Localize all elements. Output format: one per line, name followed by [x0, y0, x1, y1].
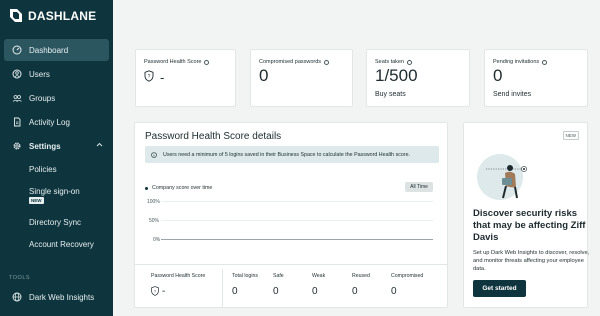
stat-value: 1/500 [375, 66, 418, 85]
y-tick-label: 100% [147, 199, 160, 205]
info-icon[interactable] [204, 59, 210, 65]
info-icon[interactable] [324, 59, 330, 65]
metric-label: Total logins [232, 273, 258, 279]
chevron-up-icon[interactable] [96, 142, 103, 147]
svg-text:?: ? [154, 289, 157, 294]
app-name: DASHLANE [28, 8, 97, 23]
shield-score-icon: ? [151, 286, 159, 296]
sidebar-item-label: Activity Log [29, 117, 70, 127]
groups-icon [12, 93, 22, 103]
divider [222, 269, 223, 307]
pending-invitations-card: Pending invitations 0 Send invites [484, 49, 588, 107]
info-icon[interactable] [542, 59, 548, 65]
sidebar-item-activity-log[interactable]: Activity Log [4, 111, 109, 133]
metric-label: Weak [312, 273, 326, 279]
get-started-button[interactable]: Get started [473, 280, 526, 297]
metric-value: 0 [232, 286, 238, 297]
metric-label: Password Health Score [151, 273, 206, 279]
dashboard-gauge-icon [12, 45, 22, 55]
compromised-passwords-card: Compromised passwords 0 [250, 49, 353, 107]
legend-label: Company score over time [152, 185, 213, 191]
gridline [161, 201, 433, 202]
stat-label: Seats taken [375, 59, 405, 65]
document-icon [12, 117, 22, 127]
sidebar-item-dark-web-insights[interactable]: Dark Web Insights [4, 286, 109, 308]
shield-score-icon: ? [144, 70, 154, 82]
gear-icon [12, 141, 22, 151]
gridline [161, 220, 433, 221]
all-time-button[interactable]: All Time [405, 182, 433, 192]
y-tick-label: 50% [149, 218, 160, 224]
info-circle-icon [151, 151, 157, 158]
stat-value: 0 [493, 66, 503, 85]
stat-value: 0 [259, 66, 269, 85]
chart-legend: Company score over time [145, 185, 212, 191]
seats-taken-card: Seats taken 1/500 Buy seats [366, 49, 470, 107]
promo-description: Set up Dark Web Insights to discover, re… [473, 250, 590, 272]
password-health-score-card: Password Health Score ? - [135, 49, 236, 107]
legend-dot [145, 186, 148, 190]
sidebar-item-groups[interactable]: Groups [4, 87, 109, 109]
stat-label: Password Health Score [144, 59, 202, 65]
new-badge: NEW [29, 197, 44, 204]
sidebar-item-label: Groups [29, 93, 56, 103]
sidebar-item-label: Dark Web Insights [29, 292, 95, 302]
metric-label: Safe [273, 273, 284, 279]
metric-value: - [162, 286, 166, 297]
dark-web-illustration [477, 154, 527, 200]
sidebar-item-label: Settings [29, 141, 61, 151]
sidebar-subitem-directory-sync[interactable]: Directory Sync [29, 218, 81, 227]
notice-text: Users need a minimum of 5 logins saved i… [163, 151, 411, 158]
metric-value: 0 [273, 286, 279, 297]
details-title: Password Health Score details [145, 131, 282, 142]
stat-value: - [160, 70, 165, 85]
svg-text:?: ? [148, 74, 151, 80]
metric-value: 0 [391, 286, 397, 297]
metric-value: 0 [352, 286, 358, 297]
stat-label: Compromised passwords [259, 59, 322, 65]
dashlane-logo[interactable]: DASHLANE [9, 8, 96, 23]
dashlane-logo-icon [10, 9, 22, 22]
buy-seats-link[interactable]: Buy seats [375, 91, 406, 98]
metric-label: Compromised [391, 273, 424, 279]
sidebar-subitem-single-sign-on[interactable]: Single sign-on [29, 187, 80, 196]
sidebar-item-users[interactable]: Users [4, 63, 109, 85]
y-tick-label: 0% [153, 237, 161, 243]
tools-section-label: TOOLS [9, 275, 31, 281]
chart-baseline [161, 239, 433, 240]
send-invites-link[interactable]: Send invites [493, 91, 531, 98]
sidebar-subitem-policies[interactable]: Policies [29, 165, 57, 174]
stat-label: Pending invitations [493, 59, 540, 65]
new-badge: NEW [562, 131, 579, 140]
info-icon[interactable] [407, 59, 413, 65]
info-notice: Users need a minimum of 5 logins saved i… [145, 146, 439, 163]
user-circle-icon [12, 69, 22, 79]
sidebar: DASHLANE Dashboard Users Groups Activity… [0, 0, 113, 316]
sidebar-item-label: Dashboard [29, 45, 69, 55]
password-health-details-card: Password Health Score details Users need… [134, 122, 448, 308]
dark-web-insights-promo-card: NEW Discover security risks that may be … [463, 122, 590, 308]
sidebar-subitem-account-recovery[interactable]: Account Recovery [29, 240, 94, 249]
sidebar-item-label: Users [29, 69, 50, 79]
metric-label: Reused [352, 273, 370, 279]
sidebar-item-settings[interactable]: Settings [4, 135, 109, 157]
divider [135, 264, 447, 265]
metric-value: 0 [312, 286, 318, 297]
promo-title: Discover security risks that may be affe… [473, 208, 586, 243]
dark-web-globe-icon [12, 292, 22, 302]
sidebar-item-dashboard[interactable]: Dashboard [4, 39, 109, 61]
